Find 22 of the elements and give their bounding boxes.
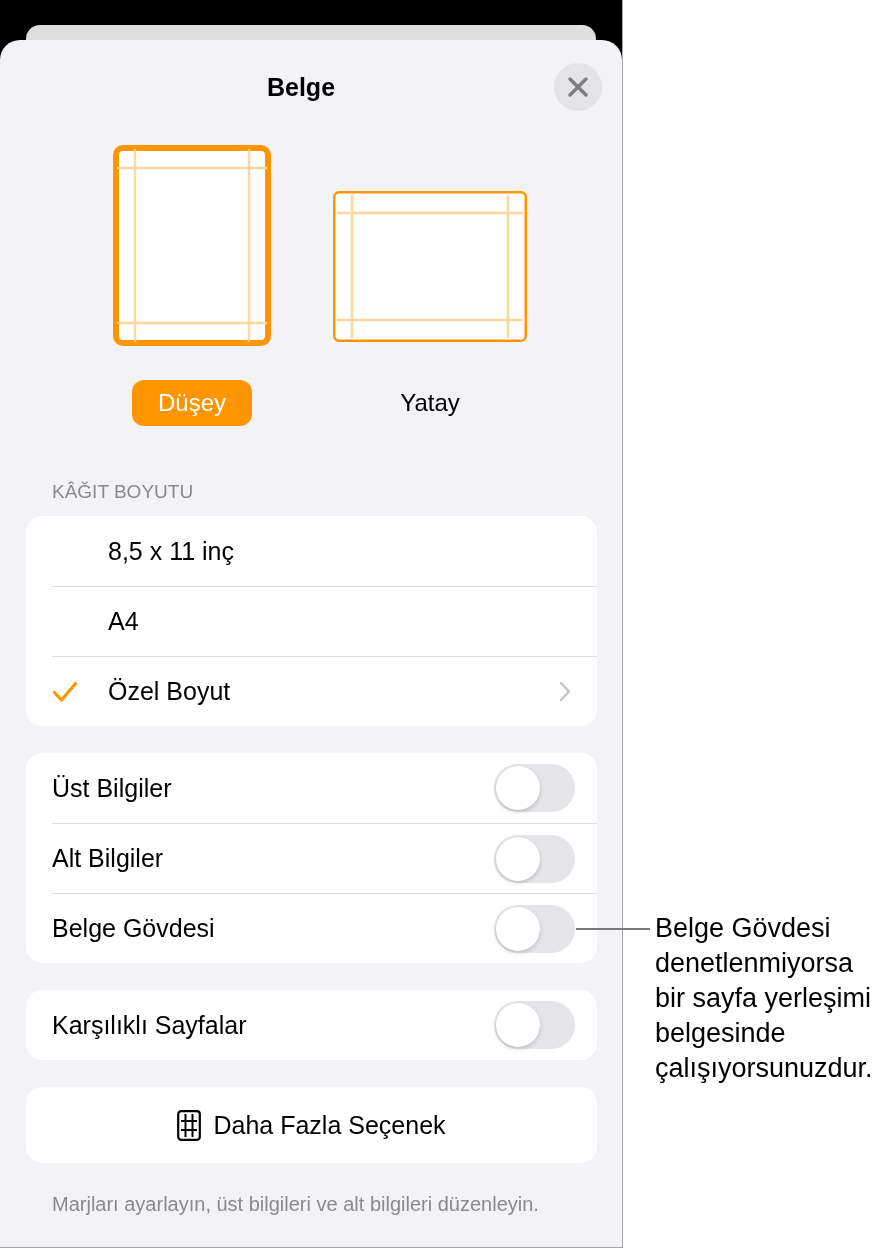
paper-size-option[interactable]: Özel Boyut (52, 656, 597, 726)
toggle-switch[interactable] (494, 764, 575, 812)
grid-page-icon (177, 1109, 202, 1141)
landscape-page-icon[interactable] (333, 191, 527, 342)
paper-size-option[interactable]: 8,5 x 11 inç (52, 516, 597, 586)
toggle-label: Belge Gövdesi (52, 914, 215, 943)
portrait-page-icon[interactable] (113, 145, 271, 346)
toggle-label: Üst Bilgiler (52, 773, 172, 803)
toggle-switch[interactable] (494, 904, 575, 953)
toggle-switch[interactable] (494, 834, 575, 883)
more-options-button[interactable]: Daha Fazla Seçenek (26, 1087, 597, 1163)
close-button[interactable] (554, 63, 602, 111)
toggle-label: Karşılıklı Sayfalar (52, 1010, 247, 1040)
callout-text: Belge Gövdesi denetlenmiyorsa bir sayfa yerleşimi belgesinde çalışıyorsunuzdur. (655, 912, 874, 1085)
footer-note: Marjları ayarlayın, üst bilgileri ve alt bilgileri düzenleyin. (52, 1192, 539, 1216)
close-icon (568, 77, 588, 97)
orientation-button[interactable]: Yatay (374, 380, 486, 426)
section-header: KÂĞIT BOYUTU (51, 481, 194, 503)
paper-size-option[interactable]: A4 (52, 586, 597, 656)
toggle-switch[interactable] (494, 1001, 575, 1049)
toggle-label: Alt Bilgiler (52, 844, 164, 873)
sheet-title: Belge (266, 72, 336, 102)
